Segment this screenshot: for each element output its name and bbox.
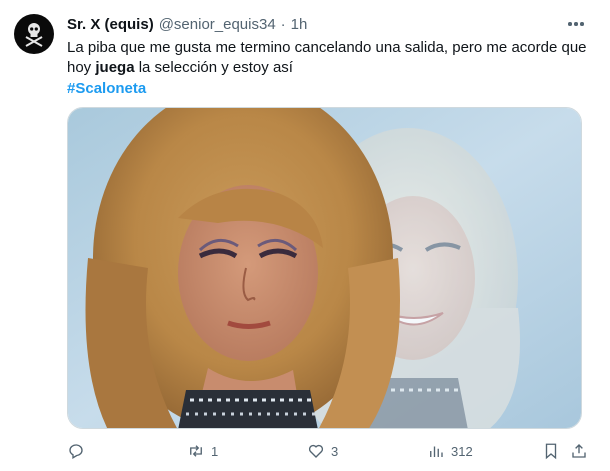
bookmark-icon — [545, 443, 557, 460]
more-dot — [574, 22, 578, 26]
tweet-media-image[interactable] — [67, 107, 582, 429]
like-count: 3 — [331, 443, 339, 459]
avatar[interactable] — [14, 14, 54, 54]
separator-dot: · — [280, 15, 286, 33]
reply-button[interactable] — [67, 440, 85, 462]
share-icon — [572, 444, 586, 458]
views-count: 312 — [451, 443, 473, 459]
more-horizontal-icon — [568, 22, 572, 26]
tweet-text: La piba que me gusta me termino cancelan… — [67, 38, 592, 78]
retweet-count: 1 — [211, 443, 219, 459]
avatar-skull-icon — [25, 23, 43, 47]
display-name[interactable]: Sr. X (equis) — [67, 16, 154, 33]
meme-photo — [68, 108, 581, 428]
tweet[interactable]: Sr. X (equis) @senior_equis34 · 1h La pi… — [0, 0, 610, 471]
retweet-icon — [190, 445, 202, 457]
heart-icon — [308, 444, 324, 458]
more-options-button[interactable] — [566, 14, 586, 34]
bookmark-button[interactable] — [542, 440, 560, 462]
views-icon — [430, 446, 443, 457]
tweet-text-bold: juega — [95, 59, 135, 76]
hashtag-link[interactable]: #Scaloneta — [67, 79, 146, 99]
reply-icon — [69, 444, 83, 459]
tweet-header: Sr. X (equis) @senior_equis34 · 1h — [67, 14, 307, 34]
retweet-button[interactable]: 1 — [187, 440, 218, 462]
more-dot — [580, 22, 584, 26]
views-button[interactable]: 312 — [427, 440, 473, 462]
like-button[interactable]: 3 — [307, 440, 338, 462]
tweet-text-part2: la selección y estoy así — [134, 59, 293, 76]
timestamp[interactable]: 1h — [291, 16, 308, 33]
share-button[interactable] — [570, 440, 588, 462]
action-bar: 1 3 312 — [67, 440, 592, 462]
handle[interactable]: @senior_equis34 — [159, 16, 276, 33]
